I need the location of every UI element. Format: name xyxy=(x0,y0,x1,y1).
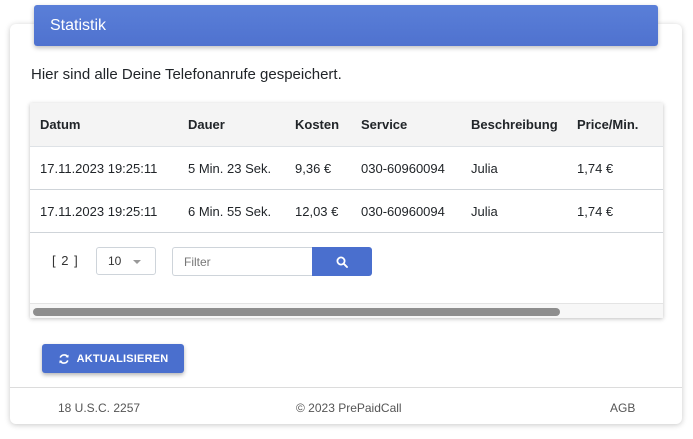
horizontal-scrollbar[interactable] xyxy=(30,303,663,318)
search-icon xyxy=(336,256,348,268)
page-size-value: 10 xyxy=(108,254,122,268)
cell-service: 030-60960094 xyxy=(361,161,445,176)
cell-beschreibung: Julia xyxy=(471,204,498,219)
column-header-service[interactable]: Service xyxy=(361,117,407,132)
cell-kosten: 9,36 € xyxy=(295,161,332,176)
refresh-button[interactable]: AKTUALISIEREN xyxy=(42,344,184,373)
calls-table: Datum Dauer Kosten Service Beschreibung … xyxy=(30,103,663,318)
pagination-current-page[interactable]: [ 2 ] xyxy=(52,253,79,268)
card-header: Statistik xyxy=(34,5,658,46)
column-header-dauer[interactable]: Dauer xyxy=(188,117,225,132)
table-row: 17.11.2023 19:25:11 5 Min. 23 Sek. 9,36 … xyxy=(30,147,663,190)
footer: 18 U.S.C. 2257 © 2023 PrePaidCall AGB xyxy=(10,387,682,424)
filter-input[interactable] xyxy=(172,247,313,276)
refresh-button-label: AKTUALISIEREN xyxy=(76,352,169,365)
column-header-kosten[interactable]: Kosten xyxy=(295,117,339,132)
chevron-down-icon xyxy=(133,260,141,264)
scrollbar-thumb[interactable] xyxy=(33,308,560,316)
table-row: 17.11.2023 19:25:11 6 Min. 55 Sek. 12,03… xyxy=(30,190,663,233)
cell-beschreibung: Julia xyxy=(471,161,498,176)
cell-dauer: 5 Min. 23 Sek. xyxy=(188,161,272,176)
column-header-beschreibung[interactable]: Beschreibung xyxy=(471,117,558,132)
cell-datum: 17.11.2023 19:25:11 xyxy=(40,161,158,176)
cell-kosten: 12,03 € xyxy=(295,204,339,219)
footer-link-2257[interactable]: 18 U.S.C. 2257 xyxy=(58,401,140,415)
footer-copyright: © 2023 PrePaidCall xyxy=(296,401,402,415)
cell-datum: 17.11.2023 19:25:11 xyxy=(40,204,158,219)
intro-text: Hier sind alle Deine Telefonanrufe gespe… xyxy=(31,66,342,83)
cell-service: 030-60960094 xyxy=(361,204,445,219)
page-size-select[interactable]: 10 xyxy=(96,247,156,275)
search-button[interactable] xyxy=(312,247,372,276)
cell-price-per-min: 1,74 € xyxy=(577,161,614,176)
cell-dauer: 6 Min. 55 Sek. xyxy=(188,204,272,219)
cell-price-per-min: 1,74 € xyxy=(577,204,614,219)
column-header-datum[interactable]: Datum xyxy=(40,117,80,132)
footer-link-agb[interactable]: AGB xyxy=(610,401,635,415)
table-header-row: Datum Dauer Kosten Service Beschreibung … xyxy=(30,103,663,147)
column-header-price-per-min[interactable]: Price/Min. xyxy=(577,117,638,132)
refresh-icon xyxy=(58,353,69,364)
